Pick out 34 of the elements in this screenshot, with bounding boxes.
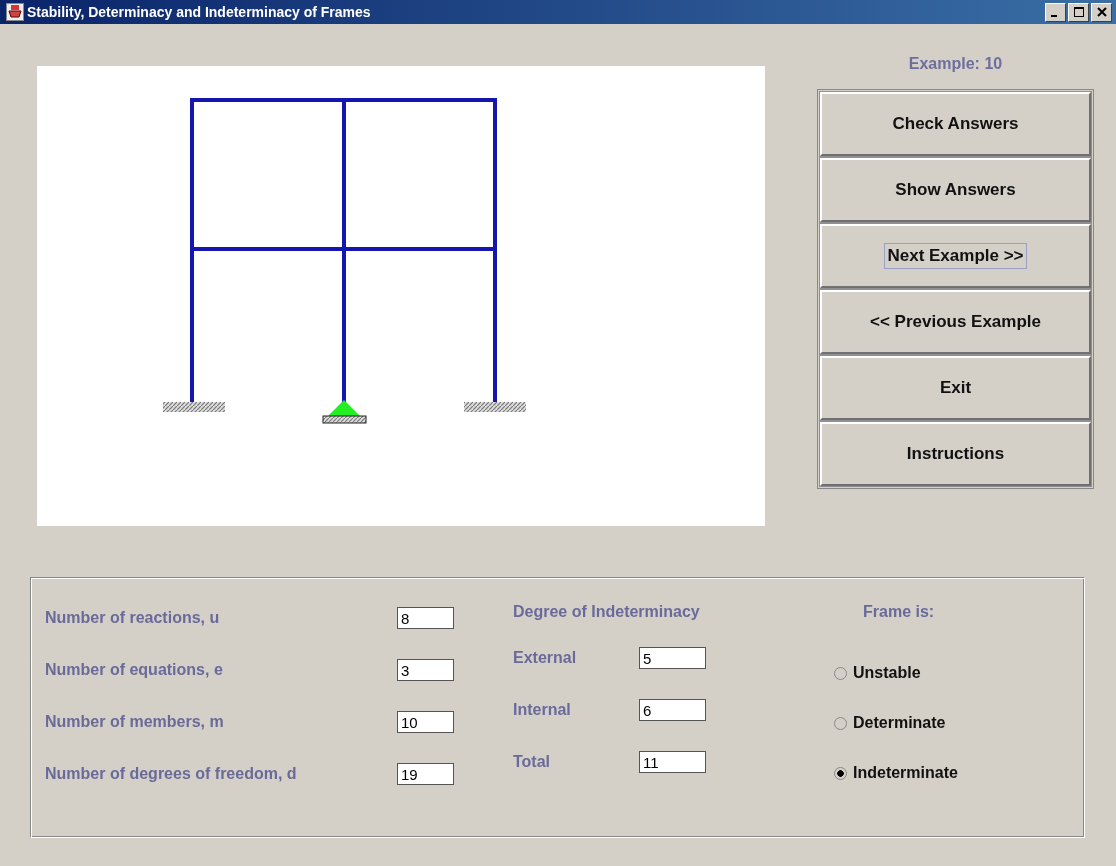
app-icon	[6, 3, 24, 21]
action-button[interactable]: Exit	[820, 356, 1091, 420]
field-label: Number of degrees of freedom, d	[45, 765, 298, 783]
example-number: Example: 10	[908, 55, 1003, 73]
action-button[interactable]: << Previous Example	[820, 290, 1091, 354]
radio-option[interactable]: Unstable	[834, 648, 958, 698]
action-button[interactable]: Show Answers	[820, 158, 1091, 222]
field-label: Total	[513, 753, 552, 771]
window-title: Stability, Determinacy and Indeterminacy of Frames	[27, 4, 372, 20]
section-heading: Frame is:	[862, 602, 936, 622]
number-field[interactable]: 3	[397, 659, 454, 681]
maximize-button[interactable]	[1068, 2, 1089, 22]
number-field[interactable]: 5	[639, 647, 706, 669]
radio-option[interactable]: Determinate	[834, 698, 958, 748]
radio-option[interactable]: Indeterminate	[834, 748, 958, 798]
close-icon	[1096, 7, 1107, 17]
section-heading: Degree of Indeterminacy	[513, 602, 701, 622]
number-field[interactable]: 19	[397, 763, 454, 785]
action-button[interactable]: Instructions	[820, 422, 1091, 486]
close-button[interactable]	[1091, 2, 1112, 22]
field-label: Number of members, m	[45, 713, 225, 731]
minimize-button[interactable]	[1045, 2, 1066, 22]
field-label: Number of reactions, u	[45, 609, 221, 627]
action-button[interactable]: Check Answers	[820, 92, 1091, 156]
field-label: Internal	[513, 701, 572, 719]
number-field[interactable]: 10	[397, 711, 454, 733]
number-field[interactable]: 6	[639, 699, 706, 721]
number-field[interactable]: 11	[639, 751, 706, 773]
field-label: External	[513, 649, 578, 667]
number-field[interactable]: 8	[397, 607, 454, 629]
field-label: Number of equations, e	[45, 661, 224, 679]
minimize-icon	[1051, 14, 1057, 17]
maximize-icon	[1073, 7, 1084, 17]
action-button[interactable]: Next Example >>	[820, 224, 1091, 288]
